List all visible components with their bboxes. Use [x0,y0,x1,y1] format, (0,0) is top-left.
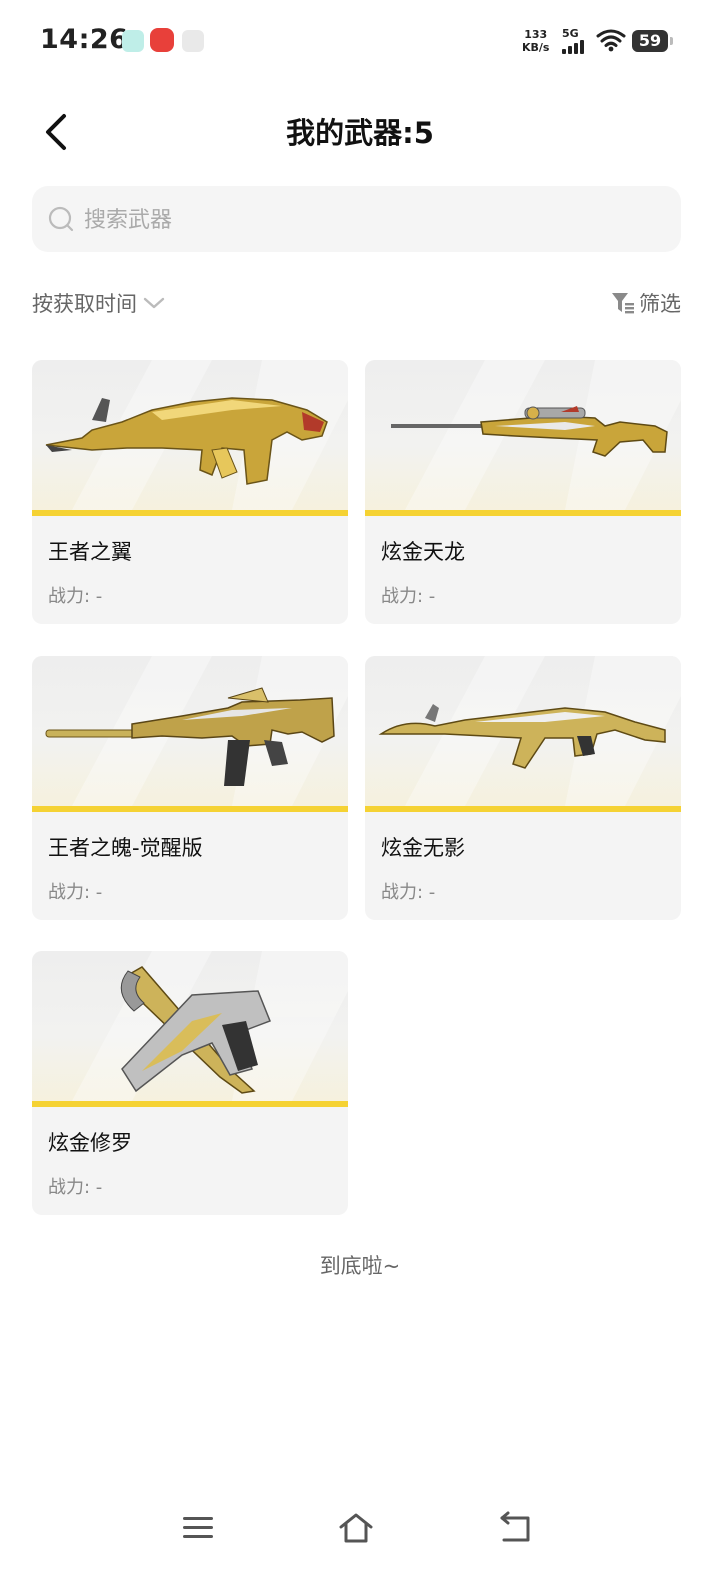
battery-icon: 59 [632,30,673,52]
weapon-name: 炫金天龙 [381,540,465,564]
message-app-icon [122,30,144,52]
search-icon [48,206,74,232]
search-bar[interactable] [32,186,681,254]
filter-button[interactable]: 筛选 [611,288,681,318]
card-accent-stripe [365,806,681,812]
signal-icon [562,40,590,54]
page-title: 我的武器:5 [286,116,434,150]
filter-icon [612,293,634,314]
card-accent-stripe [32,1101,348,1107]
wifi-icon [596,29,626,52]
sort-label: 按获取时间 [32,292,137,316]
weapon-name: 炫金无影 [381,836,465,860]
end-of-list-text: 到底啦~ [319,1254,401,1278]
red-app-icon [150,28,174,52]
search-input[interactable] [82,186,666,254]
weapon-name: 王者之魄-觉醒版 [48,836,203,860]
card-accent-stripe [32,806,348,812]
ak-rifle-gold-icon [378,704,666,769]
weapon-power: 战力: - [48,586,103,607]
chevron-down-icon [143,297,165,309]
status-time: 14:26 [40,24,129,55]
card-accent-stripe [365,510,681,516]
weapon-card[interactable]: 炫金天龙 战力: - [365,360,681,624]
system-nav-bar [0,1500,720,1560]
weapon-power: 战力: - [48,1177,103,1198]
network-speed-value: 133 [524,28,548,41]
assault-rifle-gold-icon [45,397,328,485]
weapon-card[interactable]: 王者之魄-觉醒版 战力: - [32,656,348,920]
network-speed-unit: KB/s [522,41,550,54]
network-type: 5G [562,27,579,40]
status-bar: 14:26 133 KB/s 5G 59 [0,0,720,80]
network-speed: 133 KB/s [522,28,549,54]
weapon-card[interactable]: 王者之翼 战力: - [32,360,348,624]
home-icon[interactable] [338,1510,374,1546]
back-nav-icon[interactable] [498,1510,534,1546]
weapon-power: 战力: - [381,586,436,607]
m4-rifle-gold-icon [45,687,335,786]
filter-label: 筛选 [639,292,681,316]
weapon-name: 炫金修罗 [48,1131,132,1155]
sniper-rifle-gold-icon [391,406,668,457]
weapon-card[interactable]: 炫金无影 战力: - [365,656,681,920]
weapon-power: 战力: - [48,882,103,903]
pistol-knife-gold-icon [120,966,271,1094]
card-accent-stripe [32,510,348,516]
weapon-name: 王者之翼 [48,540,132,564]
weapon-card[interactable]: 炫金修罗 战力: - [32,951,348,1215]
weapon-power: 战力: - [381,882,436,903]
menu-icon[interactable] [180,1510,216,1546]
sort-dropdown[interactable]: 按获取时间 [32,288,165,318]
sync-app-icon [182,30,204,52]
